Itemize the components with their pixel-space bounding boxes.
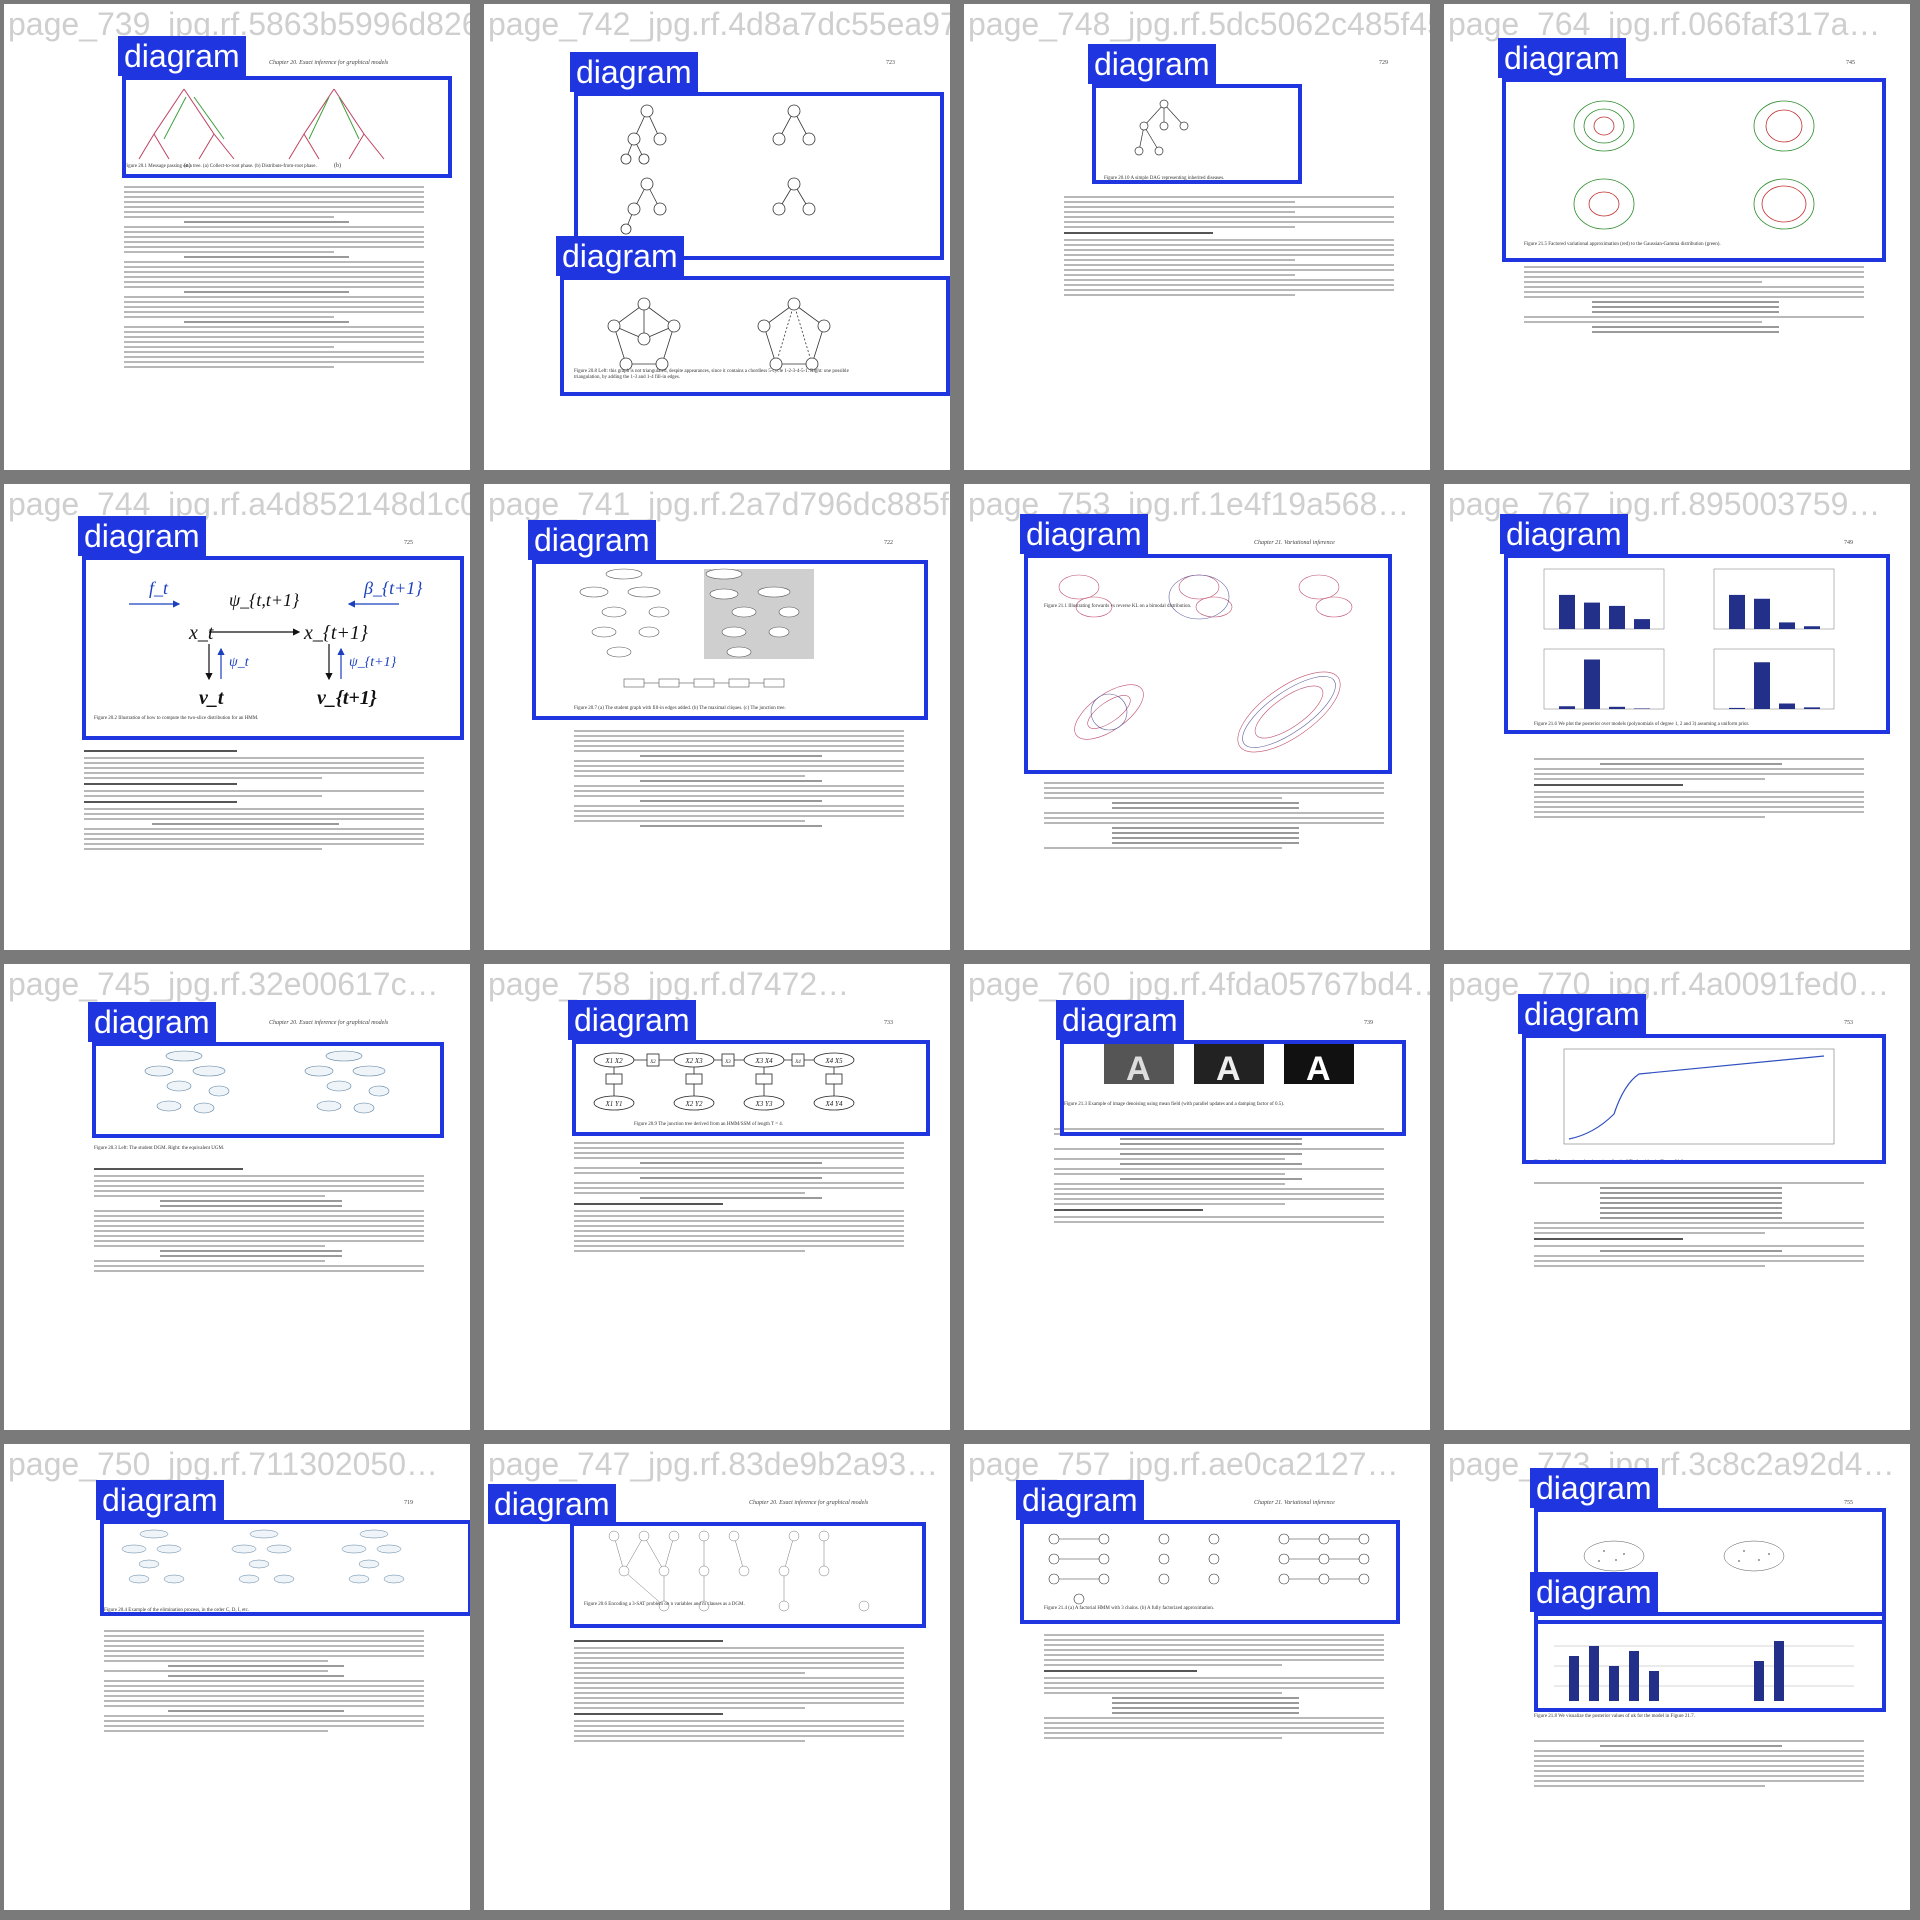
page-number: 729 — [1379, 60, 1388, 66]
filename-label: page_747_jpg.rf.83de9b2a93… — [488, 1446, 939, 1482]
diagram-bbox[interactable] — [100, 1520, 470, 1616]
diagram-label-b: diagram — [1530, 1572, 1658, 1612]
page-thumbnail-1[interactable]: page_739_jpg.rf.5863b5996d826651… Chapte… — [4, 4, 470, 470]
diagram-label-b: diagram — [556, 236, 684, 276]
body-text — [1534, 758, 1864, 821]
body-text — [1534, 1740, 1864, 1790]
diagram-bbox[interactable] — [92, 1042, 444, 1138]
diagram-bbox-a[interactable] — [574, 92, 944, 260]
diagram-label: diagram — [1500, 514, 1628, 554]
page-thumbnail-7[interactable]: page_753_jpg.rf.1e4f19a568… Chapter 21. … — [964, 484, 1430, 950]
diagram-label: diagram — [118, 36, 246, 76]
page-thumbnail-6[interactable]: page_741_jpg.rf.2a7d796dc885f1da… 722 Fi… — [484, 484, 950, 950]
page-thumbnail-9[interactable]: page_745_jpg.rf.32e00617c… Chapter 20. E… — [4, 964, 470, 1430]
filename-label: page_760_jpg.rf.4fda05767bd4… — [968, 966, 1430, 1002]
filename-label: page_750_jpg.rf.711302050… — [8, 1446, 438, 1482]
page-number: 733 — [884, 1020, 893, 1026]
diagram-label: diagram — [488, 1484, 616, 1524]
page-thumbnail-11[interactable]: page_760_jpg.rf.4fda05767bd4… 739 AAA Fi… — [964, 964, 1430, 1430]
diagram-label: diagram — [1518, 994, 1646, 1034]
diagram-bbox[interactable] — [1024, 554, 1392, 774]
running-header: Chapter 21. Variational inference — [1254, 540, 1335, 546]
figure-caption: Figure 21.8 We visualize the posterior v… — [1534, 1714, 1695, 1719]
diagram-label: diagram — [78, 516, 206, 556]
body-text — [1044, 1634, 1384, 1742]
filename-label: page_770_jpg.rf.4a0091fed0… — [1448, 966, 1890, 1002]
diagram-bbox[interactable] — [122, 76, 452, 178]
diagram-label: diagram — [1016, 1480, 1144, 1520]
filename-label: page_757_jpg.rf.ae0ca2127… — [968, 1446, 1399, 1482]
diagram-bbox[interactable] — [1502, 78, 1886, 262]
page-thumbnail-16[interactable]: page_773_jpg.rf.3c8c2a92d4… 755 Figure 2… — [1444, 1444, 1910, 1910]
page-thumbnail-3[interactable]: page_748_jpg.rf.5dc5062c485f45b643… 729 … — [964, 4, 1430, 470]
running-header: Chapter 20. Exact inference for graphica… — [269, 60, 389, 66]
diagram-bbox-b[interactable] — [1534, 1612, 1886, 1712]
running-header: Chapter 20. Exact inference for graphica… — [749, 1500, 869, 1506]
diagram-bbox[interactable] — [570, 1522, 926, 1628]
diagram-bbox[interactable] — [1060, 1040, 1406, 1136]
page-thumbnail-8[interactable]: page_767_jpg.rf.895003759… 749 Figure 21… — [1444, 484, 1910, 950]
diagram-bbox[interactable] — [1020, 1520, 1400, 1624]
page-number: 739 — [1364, 1020, 1373, 1026]
body-text — [1524, 266, 1864, 336]
diagram-bbox-b[interactable] — [560, 276, 950, 396]
diagram-label-a: diagram — [1530, 1468, 1658, 1508]
diagram-label: diagram — [568, 1000, 696, 1040]
body-text — [124, 186, 424, 371]
page-thumbnail-10[interactable]: page_758_jpg.rf.d7472… 733 X1 X2 X2 X3 X… — [484, 964, 950, 1430]
page-thumbnail-4[interactable]: page_764_jpg.rf.066faf317a… 745 Figure 2… — [1444, 4, 1910, 470]
figure-caption: Figure 20.3 Left: The student DGM. Right… — [94, 1146, 225, 1151]
page-number: 722 — [884, 540, 893, 546]
page-thumbnail-12[interactable]: page_770_jpg.rf.4a0091fed0… 753 Figure 2… — [1444, 964, 1910, 1430]
body-text — [1044, 782, 1384, 852]
filename-label: page_742_jpg.rf.4d8a7dc55ea97c… — [488, 6, 950, 42]
page-number: 755 — [1844, 1500, 1853, 1506]
body-text — [94, 1164, 424, 1275]
body-text — [1064, 196, 1394, 299]
diagram-label: diagram — [1020, 514, 1148, 554]
page-thumbnail-14[interactable]: page_747_jpg.rf.83de9b2a93… Chapter 20. … — [484, 1444, 950, 1910]
body-text — [1534, 1182, 1864, 1270]
filename-label: page_773_jpg.rf.3c8c2a92d4… — [1448, 1446, 1895, 1482]
page-thumbnail-2[interactable]: page_742_jpg.rf.4d8a7dc55ea97c… 723 Figu… — [484, 4, 950, 470]
diagram-bbox[interactable] — [1092, 84, 1302, 184]
body-text — [104, 1630, 424, 1735]
filename-label: page_741_jpg.rf.2a7d796dc885f1da… — [488, 486, 950, 522]
body-text — [574, 730, 904, 830]
running-header: Chapter 21. Variational inference — [1254, 1500, 1335, 1506]
running-header: Chapter 20. Exact inference for graphica… — [269, 1020, 389, 1026]
page-number: 723 — [886, 60, 895, 66]
diagram-bbox[interactable] — [1504, 554, 1890, 734]
page-number: 725 — [404, 540, 413, 546]
filename-label: page_748_jpg.rf.5dc5062c485f45b643… — [968, 6, 1430, 42]
body-text — [1054, 1128, 1384, 1226]
page-thumbnail-15[interactable]: page_757_jpg.rf.ae0ca2127… Chapter 21. V… — [964, 1444, 1430, 1910]
body-text — [574, 1636, 904, 1745]
page-number: 719 — [404, 1500, 413, 1506]
diagram-label: diagram — [1088, 44, 1216, 84]
page-thumbnail-13[interactable]: page_750_jpg.rf.711302050… 719 Figure 20… — [4, 1444, 470, 1910]
page-number: 749 — [1844, 540, 1853, 546]
diagram-label: diagram — [1056, 1000, 1184, 1040]
diagram-bbox[interactable] — [532, 560, 928, 720]
diagram-label: diagram — [1498, 38, 1626, 78]
diagram-label: diagram — [528, 520, 656, 560]
filename-label: page_745_jpg.rf.32e00617c… — [8, 966, 439, 1002]
diagram-label: diagram — [88, 1002, 216, 1042]
body-text — [574, 1142, 904, 1255]
body-text — [84, 746, 424, 853]
page-number: 753 — [1844, 1020, 1853, 1026]
page-number: 745 — [1846, 60, 1855, 66]
diagram-bbox[interactable] — [82, 556, 464, 740]
diagram-label: diagram — [96, 1480, 224, 1520]
diagram-label-a: diagram — [570, 52, 698, 92]
diagram-bbox[interactable] — [572, 1040, 930, 1136]
filename-label: page_758_jpg.rf.d7472… — [488, 966, 850, 1002]
page-thumbnail-5[interactable]: page_744_jpg.rf.a4d852148d1c034… 725 f_t… — [4, 484, 470, 950]
diagram-bbox[interactable] — [1522, 1034, 1886, 1164]
